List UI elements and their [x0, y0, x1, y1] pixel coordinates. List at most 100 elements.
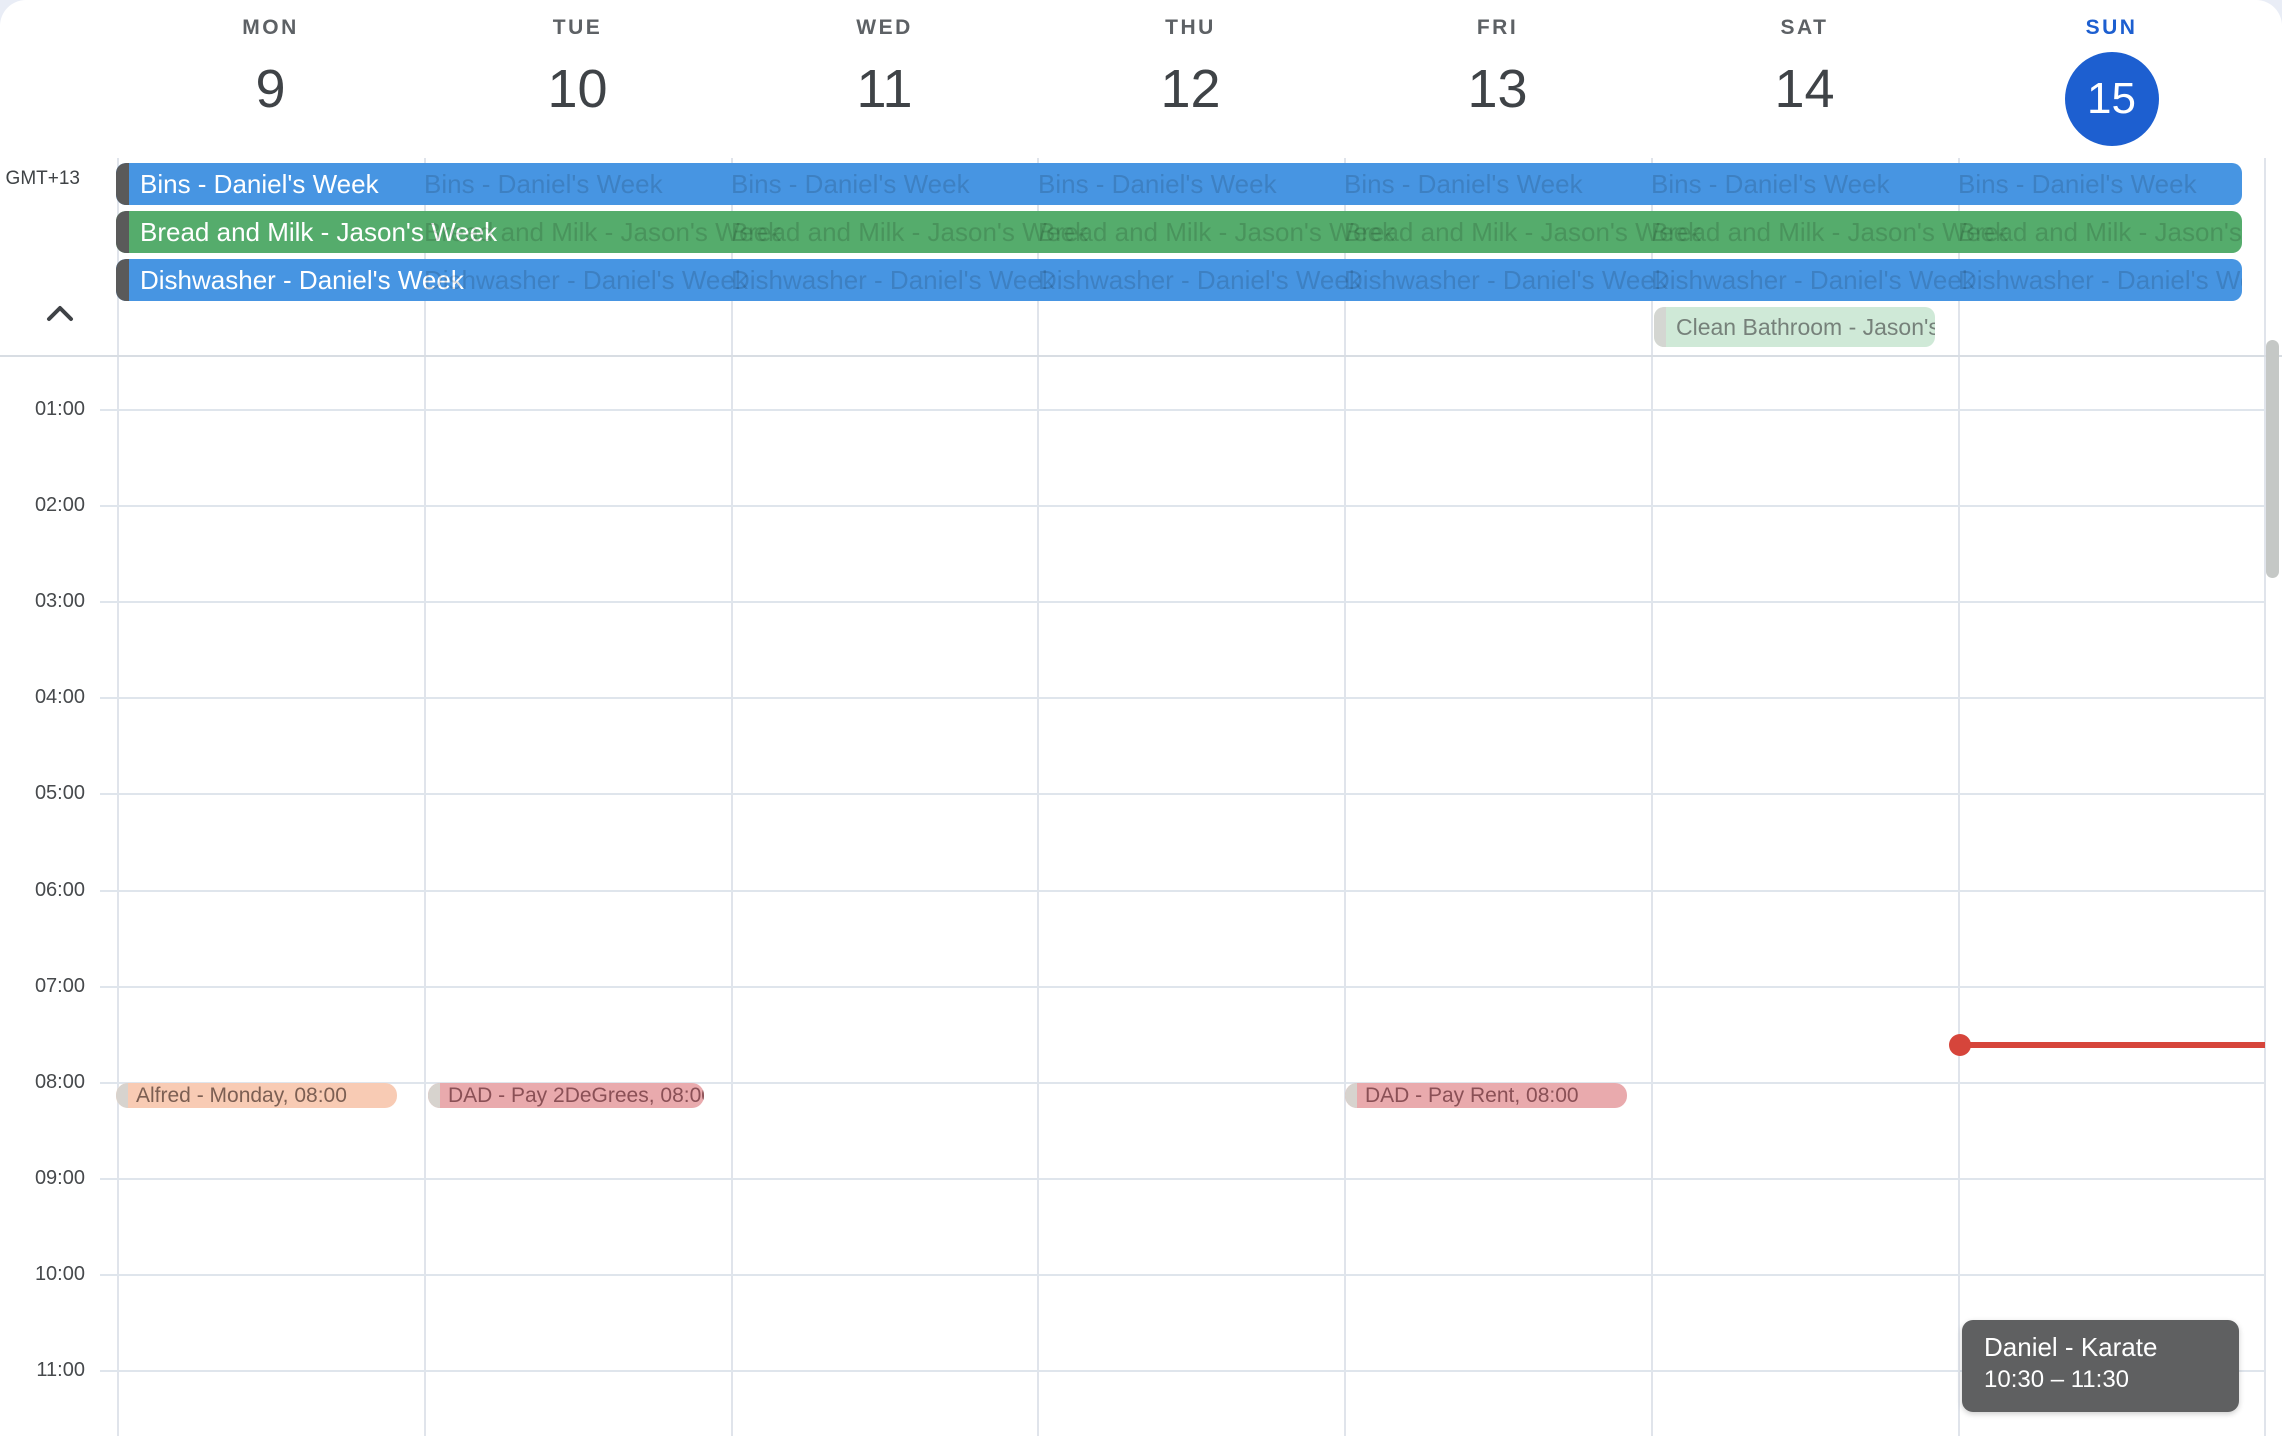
hour-line: [117, 1274, 2265, 1276]
allday-event-bins[interactable]: Bins - Daniel's Week Bins - Daniel's Wee…: [116, 163, 2242, 205]
hour-label: 07:00: [0, 974, 85, 998]
hour-tick: [100, 1082, 117, 1084]
hour-label: 09:00: [0, 1166, 85, 1190]
event-preview-time: 10:30 – 11:30: [1984, 1366, 2129, 1394]
weekday-label: MON: [117, 16, 424, 40]
hour-tick: [100, 1274, 117, 1276]
day-header-fri[interactable]: FRI 13: [1344, 0, 1651, 155]
ghost-event-title: Bins - Daniel's Week: [1958, 163, 2197, 205]
day-number[interactable]: 10: [424, 60, 731, 118]
hour-label: 05:00: [0, 781, 85, 805]
allday-event-bread-and-milk[interactable]: Bread and Milk - Jason's Week Bread and …: [116, 211, 2242, 253]
ghost-event-title: Dishwasher - Daniel's Week: [1344, 259, 1668, 301]
column-line: [2264, 158, 2266, 355]
event-title: DAD - Pay 2DeGrees, 08:00: [448, 1083, 704, 1108]
ghost-event-title: Dishwasher - Daniel's Week: [731, 259, 1055, 301]
event-preview-daniel-karate[interactable]: Daniel - Karate 10:30 – 11:30: [1962, 1320, 2239, 1412]
hour-label: 04:00: [0, 685, 85, 709]
day-number[interactable]: 11: [731, 60, 1038, 118]
event-drag-handle: [116, 163, 129, 205]
hour-tick: [100, 986, 117, 988]
day-header-mon[interactable]: MON 9: [117, 0, 424, 155]
weekday-label: THU: [1037, 16, 1344, 40]
hour-label: 08:00: [0, 1070, 85, 1094]
event-dad-pay-rent[interactable]: DAD - Pay Rent, 08:00: [1345, 1083, 1627, 1108]
event-drag-handle: [116, 211, 129, 253]
event-drag-handle: [428, 1083, 440, 1108]
day-header-tue[interactable]: TUE 10: [424, 0, 731, 155]
ghost-event-title: Bins - Daniel's Week: [1344, 163, 1583, 205]
ghost-event-title: Bread and Milk - Jason's Week: [1038, 211, 1395, 253]
event-title: Dishwasher - Daniel's Week: [140, 259, 464, 301]
hour-line: [117, 986, 2265, 988]
weekday-label: TUE: [424, 16, 731, 40]
day-header-sat[interactable]: SAT 14: [1651, 0, 1958, 155]
ghost-event-title: Bread and Milk - Jason's Week: [731, 211, 1088, 253]
hour-label: 10:00: [0, 1262, 85, 1286]
ghost-event-title: Dishwasher - Daniel's Week: [1038, 259, 1362, 301]
event-preview-title: Daniel - Karate: [1984, 1332, 2157, 1363]
hour-tick: [100, 409, 117, 411]
event-title: Clean Bathroom - Jason's Week: [1676, 307, 1935, 347]
hour-tick: [100, 890, 117, 892]
event-title: DAD - Pay Rent, 08:00: [1365, 1083, 1579, 1108]
event-alfred-monday[interactable]: Alfred - Monday, 08:00: [116, 1083, 397, 1108]
time-grid[interactable]: 01:00 02:00 03:00 04:00 05:00 06:00 07:00 08:00…: [0, 357, 2282, 1436]
ghost-event-title: Bread and Milk - Jason's Week: [1958, 211, 2242, 253]
hour-label: 01:00: [0, 397, 85, 421]
hour-label: 03:00: [0, 589, 85, 613]
hour-tick: [100, 697, 117, 699]
current-time-dot: [1949, 1034, 1971, 1056]
day-header-sun-today[interactable]: SUN 15: [1958, 0, 2265, 155]
hour-label: 06:00: [0, 878, 85, 902]
ghost-event-title: Dishwasher - Daniel's Week: [1958, 259, 2242, 301]
day-number[interactable]: 9: [117, 60, 424, 118]
ghost-event-title: Bread and Milk - Jason's Week: [424, 211, 781, 253]
ghost-event-title: Bins - Daniel's Week: [731, 163, 970, 205]
hour-label: 11:00: [0, 1358, 85, 1382]
hour-line: [117, 505, 2265, 507]
ghost-event-title: Dishwasher - Daniel's Week: [424, 259, 748, 301]
allday-event-dishwasher[interactable]: Dishwasher - Daniel's Week Dishwasher - …: [116, 259, 2242, 301]
hour-line: [117, 890, 2265, 892]
today-date-circle[interactable]: 15: [2065, 52, 2159, 146]
hour-tick: [100, 1178, 117, 1180]
weekday-label: SUN: [1958, 16, 2265, 40]
hour-line: [117, 1370, 2265, 1372]
event-drag-handle: [116, 259, 129, 301]
hour-label: 02:00: [0, 493, 85, 517]
day-header-wed[interactable]: WED 11: [731, 0, 1038, 155]
weekday-label: FRI: [1344, 16, 1651, 40]
vertical-scrollbar-thumb[interactable]: [2266, 340, 2279, 578]
hour-tick: [100, 1370, 117, 1372]
day-header-thu[interactable]: THU 12: [1037, 0, 1344, 155]
ghost-event-title: Bins - Daniel's Week: [1651, 163, 1890, 205]
day-number: 15: [2087, 74, 2136, 124]
hour-tick: [100, 601, 117, 603]
event-drag-handle: [1654, 307, 1666, 347]
hour-line: [117, 697, 2265, 699]
ghost-event-title: Dishwasher - Daniel's Week: [1651, 259, 1975, 301]
event-drag-handle: [1345, 1083, 1357, 1108]
hour-tick: [100, 793, 117, 795]
ghost-event-title: Bread and Milk - Jason's Week: [1651, 211, 2008, 253]
day-number[interactable]: 12: [1037, 60, 1344, 118]
hour-line: [117, 793, 2265, 795]
calendar-week-view: MON 9 TUE 10 WED 11 THU 12 FRI 13 SAT 14…: [0, 0, 2282, 1436]
day-number[interactable]: 14: [1651, 60, 1958, 118]
event-title: Alfred - Monday, 08:00: [136, 1083, 347, 1108]
hour-tick: [100, 505, 117, 507]
ghost-event-title: Bins - Daniel's Week: [424, 163, 663, 205]
day-number[interactable]: 13: [1344, 60, 1651, 118]
event-title: Bins - Daniel's Week: [140, 163, 379, 205]
allday-event-clean-bathroom[interactable]: Clean Bathroom - Jason's Week: [1654, 307, 1935, 347]
event-dad-pay-2degrees[interactable]: DAD - Pay 2DeGrees, 08:00: [428, 1083, 704, 1108]
ghost-event-title: Bins - Daniel's Week: [1038, 163, 1277, 205]
weekday-label: SAT: [1651, 16, 1958, 40]
current-time-line: [1960, 1042, 2265, 1048]
hour-line: [117, 409, 2265, 411]
weekday-label: WED: [731, 16, 1038, 40]
hour-line: [117, 1178, 2265, 1180]
hour-line: [117, 601, 2265, 603]
ghost-event-title: Bread and Milk - Jason's Week: [1344, 211, 1701, 253]
